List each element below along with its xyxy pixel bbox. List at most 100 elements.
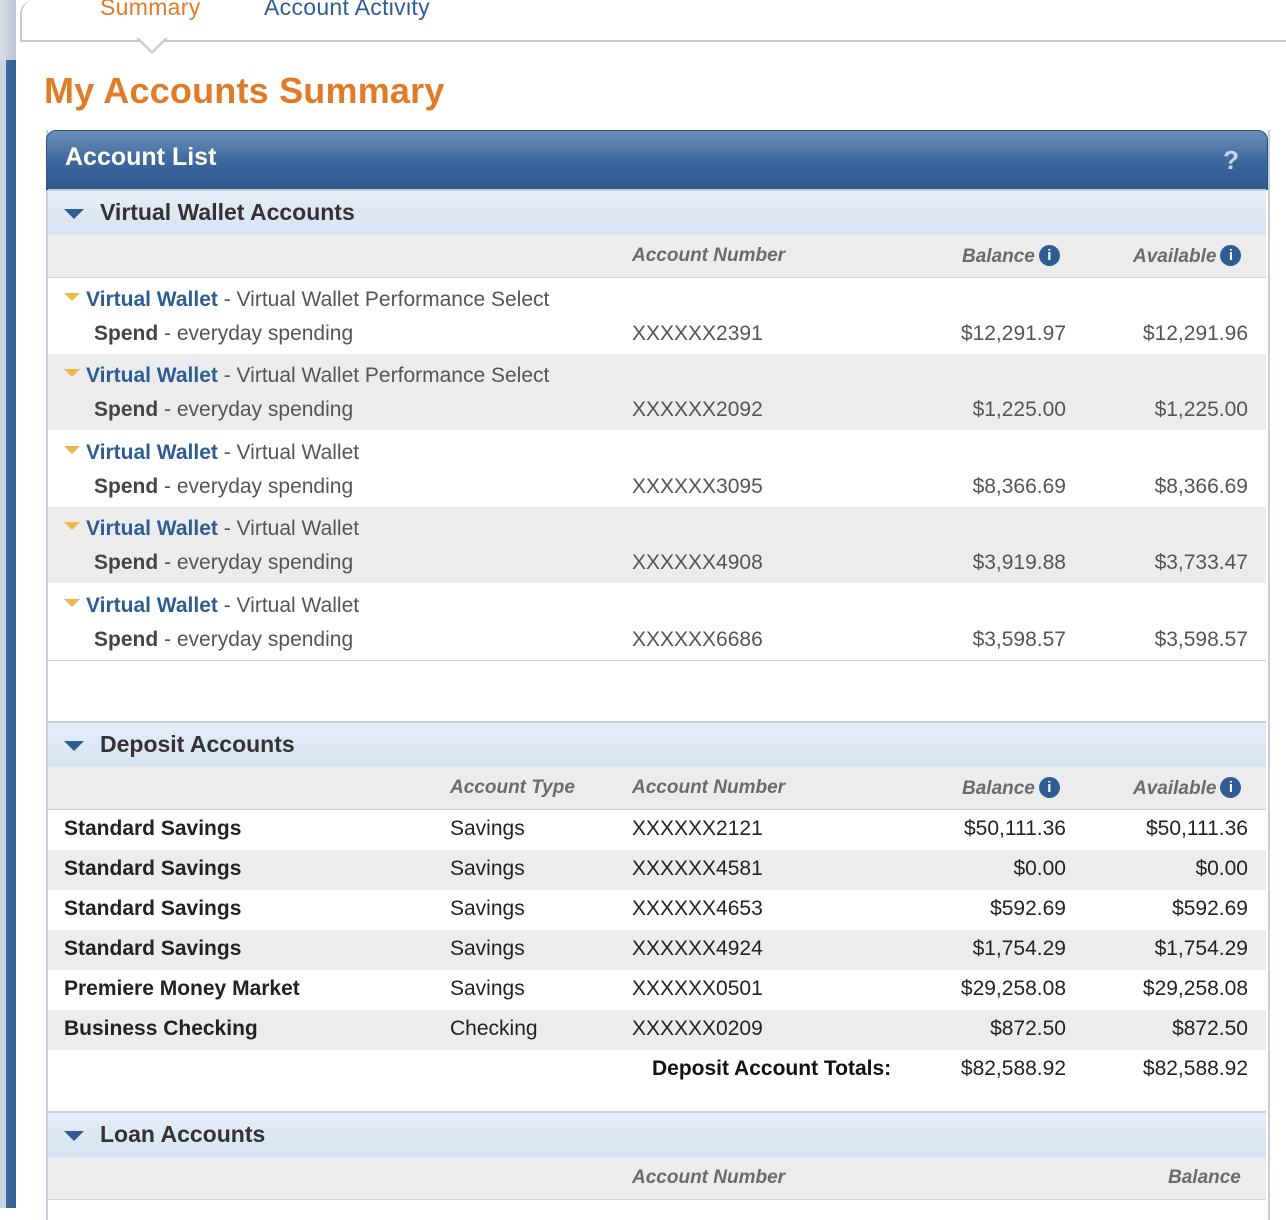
vw-account-link[interactable]: Virtual Wallet xyxy=(86,364,218,387)
deposit-account-row: Standard Savings Savings XXXXXX4581 $0.00 $0… xyxy=(48,850,1266,890)
account-number: XXXXXX4924 xyxy=(632,937,763,960)
tab-account-activity[interactable]: Account Activity xyxy=(264,0,430,21)
balance: $1,754.29 xyxy=(972,937,1066,960)
balance: $592.69 xyxy=(990,897,1066,920)
expand-triangle-icon[interactable] xyxy=(64,522,80,531)
vw-account-row: Virtual Wallet - Virtual Wallet Spend - e… xyxy=(48,431,1266,507)
vw-line2: Spend - everyday spending xyxy=(94,628,353,652)
section-loan-header[interactable]: Loan Accounts xyxy=(48,1111,1266,1157)
col-balance: Balance i xyxy=(962,245,1060,268)
deposit-account-row: Standard Savings Savings XXXXXX4653 $592.69… xyxy=(48,890,1266,930)
vw-account-link[interactable]: Virtual Wallet xyxy=(86,594,218,617)
col-available: Available i xyxy=(1133,245,1242,268)
expand-triangle-icon[interactable] xyxy=(64,445,80,454)
vw-account-desc: - Virtual Wallet xyxy=(223,593,360,617)
vw-account-desc: - Virtual Wallet xyxy=(223,440,360,464)
available: $592.69 xyxy=(1172,897,1248,920)
account-number: XXXXXX6686 xyxy=(632,627,763,651)
deposit-totals-row: Deposit Account Totals: $82,588.92 $82,5… xyxy=(48,1050,1266,1090)
col-available: Available i xyxy=(1133,777,1242,800)
info-icon[interactable]: i xyxy=(1038,245,1060,266)
help-icon[interactable]: ? xyxy=(1223,145,1239,176)
collapse-triangle-icon[interactable] xyxy=(64,741,84,751)
account-number: XXXXXX4908 xyxy=(632,551,763,575)
balance: $29,258.08 xyxy=(960,977,1066,1000)
account-type: Savings xyxy=(450,817,525,840)
section-title: Virtual Wallet Accounts xyxy=(100,199,355,225)
col-account-type: Account Type xyxy=(450,777,575,798)
collapse-triangle-icon[interactable] xyxy=(64,209,84,219)
deposit-account-link[interactable]: Standard Savings xyxy=(64,857,241,881)
expand-triangle-icon[interactable] xyxy=(64,598,80,607)
expand-triangle-icon[interactable] xyxy=(64,293,80,301)
account-number: XXXXXX2092 xyxy=(632,398,763,422)
balance: $3,598.57 xyxy=(972,627,1066,651)
vw-sub-desc: - everyday spending xyxy=(164,398,354,422)
vw-line1: Virtual Wallet - Virtual Wallet Performa… xyxy=(64,364,549,388)
balance: $8,366.69 xyxy=(972,474,1066,498)
vw-account-link[interactable]: Virtual Wallet xyxy=(86,441,218,464)
collapse-triangle-icon[interactable] xyxy=(64,1131,84,1141)
vw-line1: Virtual Wallet - Virtual Wallet xyxy=(64,441,359,465)
account-number: XXXXXX2121 xyxy=(632,817,763,840)
vw-sub-name: Spend xyxy=(94,474,159,498)
vw-column-headers: Account Number Balance i Available i xyxy=(48,235,1266,278)
main-content: Summary Account Activity My Accounts Sum… xyxy=(16,0,1286,1220)
col-balance-label: Balance xyxy=(962,778,1035,799)
active-tab-pointer-icon xyxy=(136,37,168,54)
vw-line2: Spend - everyday spending xyxy=(94,551,353,575)
divider xyxy=(48,660,1266,661)
section-virtual-wallet-header[interactable]: Virtual Wallet Accounts xyxy=(48,189,1266,235)
vw-account-row: Virtual Wallet - Virtual Wallet Spend - e… xyxy=(48,584,1266,660)
col-account-number: Account Number xyxy=(632,1167,786,1188)
account-number: XXXXXX2391 xyxy=(632,322,763,345)
vw-account-desc: - Virtual Wallet Performance Select xyxy=(223,364,550,388)
vw-account-desc: - Virtual Wallet xyxy=(223,517,360,541)
vw-account-row: Virtual Wallet - Virtual Wallet Performa… xyxy=(48,278,1266,354)
vw-sub-name: Spend xyxy=(94,627,159,651)
deposit-account-link[interactable]: Standard Savings xyxy=(64,897,241,921)
vw-line2: Spend - everyday spending xyxy=(94,322,353,346)
section-deposit-header[interactable]: Deposit Accounts xyxy=(48,721,1266,767)
info-icon[interactable]: i xyxy=(1220,245,1242,266)
available: $0.00 xyxy=(1195,857,1248,880)
tab-summary[interactable]: Summary xyxy=(100,0,201,21)
section-title: Deposit Accounts xyxy=(100,731,295,757)
col-balance: Balance i xyxy=(962,777,1060,800)
available: $1,225.00 xyxy=(1154,398,1248,422)
left-sidebar-strip xyxy=(0,0,16,1208)
account-type: Savings xyxy=(450,977,525,1000)
totals-label: Deposit Account Totals: xyxy=(652,1057,892,1080)
vw-account-link[interactable]: Virtual Wallet xyxy=(86,288,218,311)
vw-line1: Virtual Wallet - Virtual Wallet Performa… xyxy=(64,288,549,312)
deposit-account-link[interactable]: Standard Savings xyxy=(64,817,241,841)
balance: $12,291.97 xyxy=(960,322,1066,345)
expand-triangle-icon[interactable] xyxy=(64,369,80,378)
deposit-account-row: Business Checking Checking XXXXXX0209 $872.… xyxy=(48,1010,1266,1050)
vw-sub-desc: - everyday spending xyxy=(164,627,354,651)
tab-bar: Summary Account Activity xyxy=(20,0,1286,54)
info-icon[interactable]: i xyxy=(1220,777,1242,798)
col-account-number: Account Number xyxy=(632,245,786,266)
vw-account-link[interactable]: Virtual Wallet xyxy=(86,517,218,540)
available: $872.50 xyxy=(1172,1017,1248,1040)
account-type: Checking xyxy=(450,1017,538,1040)
col-balance-label: Balance xyxy=(962,246,1035,267)
balance: $50,111.36 xyxy=(964,817,1066,840)
info-icon[interactable]: i xyxy=(1038,777,1060,798)
deposit-account-row: Premiere Money Market Savings XXXXXX0501 $2… xyxy=(48,970,1266,1010)
balance: $0.00 xyxy=(1013,857,1066,880)
deposit-account-link[interactable]: Business Checking xyxy=(64,1017,258,1041)
account-number: XXXXXX4581 xyxy=(632,857,763,880)
vw-line1: Virtual Wallet - Virtual Wallet xyxy=(64,594,359,618)
vw-account-row: Virtual Wallet - Virtual Wallet Performa… xyxy=(48,354,1266,431)
account-number: XXXXXX0209 xyxy=(632,1017,763,1040)
deposit-account-row: Standard Savings Savings XXXXXX4924 $1,754.… xyxy=(48,930,1266,970)
vw-account-row: Virtual Wallet - Virtual Wallet Spend - e… xyxy=(48,507,1266,584)
vw-sub-desc: - everyday spending xyxy=(164,551,354,575)
vw-line1: Virtual Wallet - Virtual Wallet xyxy=(64,517,359,541)
deposit-account-link[interactable]: Standard Savings xyxy=(64,937,241,961)
vw-sub-desc: - everyday spending xyxy=(164,322,354,345)
deposit-account-link[interactable]: Premiere Money Market xyxy=(64,977,300,1001)
account-type: Savings xyxy=(450,857,525,880)
